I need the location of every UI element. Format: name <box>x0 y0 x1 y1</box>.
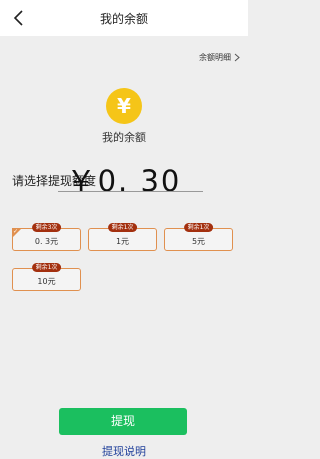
remaining-badge: 剩余1次 <box>183 223 214 232</box>
amount-value: 1元 <box>115 237 130 246</box>
balance-detail-label: 余额明细 <box>199 53 231 62</box>
amount-value: 5元 <box>191 237 206 246</box>
balance-label: 我的余额 <box>102 131 146 144</box>
amount-option[interactable]: 剩余1次 10元 <box>12 263 81 291</box>
remaining-badge: 剩余1次 <box>107 223 138 232</box>
chevron-right-icon <box>234 53 240 62</box>
amount-option[interactable]: 剩余1次 5元 <box>164 223 233 251</box>
yuan-coin-icon: ¥ <box>106 88 142 124</box>
remaining-badge: 剩余1次 <box>31 263 62 272</box>
page-title: 我的余额 <box>99 12 148 26</box>
screen: 我的余额 余额明细 ¥ 我的余额 请选择提现额度 ￥0. 30 ✓ 剩余3次 0… <box>0 0 248 459</box>
remaining-badge: 剩余3次 <box>31 223 62 232</box>
amount-options: ✓ 剩余3次 0. 3元 剩余1次 1元 剩余1次 5元 剩余1次 10元 <box>0 0 248 459</box>
amount-option[interactable]: 剩余1次 1元 <box>88 223 157 251</box>
nav-bar: 我的余额 <box>0 0 248 36</box>
amount-value: 10元 <box>37 277 56 286</box>
balance-detail-link[interactable]: 余额明细 <box>199 52 240 63</box>
check-icon: ✓ <box>13 228 19 235</box>
withdraw-button[interactable]: 提现 <box>59 408 187 435</box>
amount-underline <box>58 191 203 192</box>
withdraw-help-link[interactable]: 提现说明 <box>0 443 248 459</box>
balance-amount: ￥0. 30 <box>66 164 182 198</box>
amount-option[interactable]: ✓ 剩余3次 0. 3元 <box>12 223 81 251</box>
amount-value: 0. 3元 <box>34 237 59 246</box>
